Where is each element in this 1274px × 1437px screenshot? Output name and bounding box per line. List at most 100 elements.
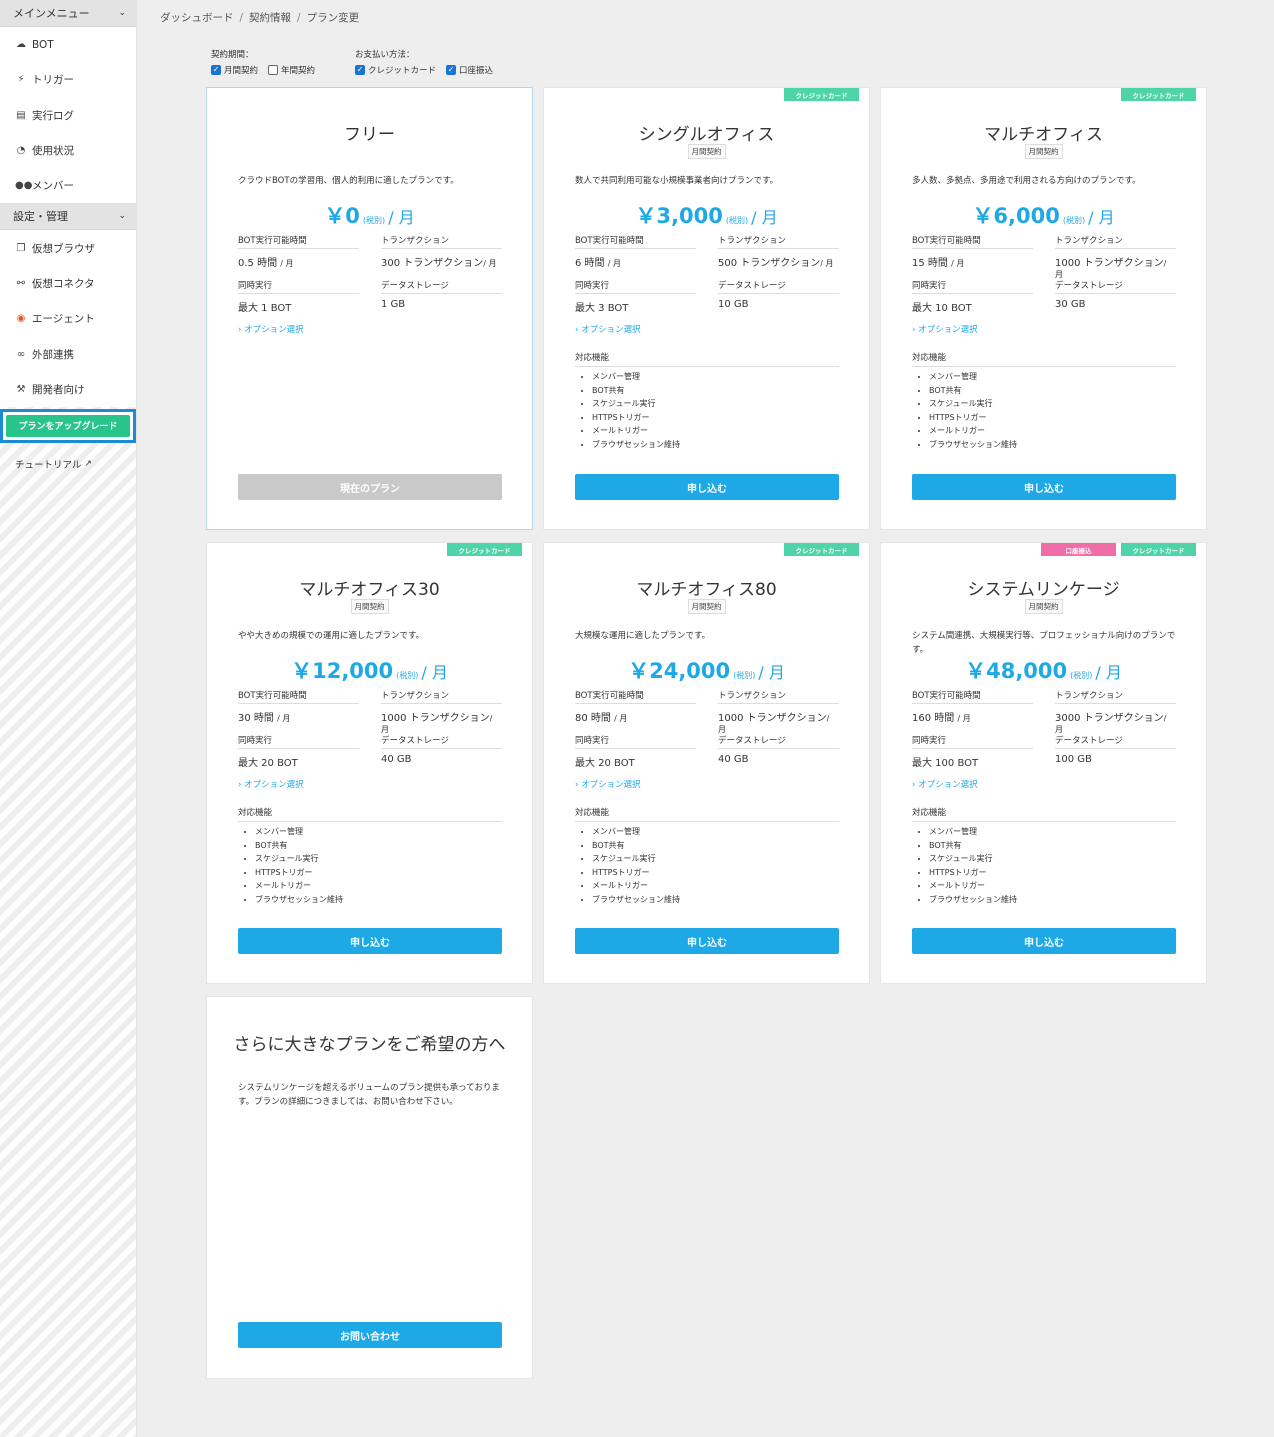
plan-card: クレジットカード マルチオフィス30 月間契約 やや大きめの規模での運用に適したプラン… [206,542,533,984]
sidebar-item-log[interactable]: ▤ 実行ログ [0,98,136,133]
option-select-link[interactable]: › オプション選択 [912,778,978,790]
contract-tag: 月間契約 [1024,599,1063,614]
spec-bot-hours: BOT実行可能時間 6 時間 / 月 [575,234,696,269]
contract-tag-wrap: 月間契約 [881,144,1206,159]
spec-value: 3000 トランザクション/ 月 [1055,709,1176,735]
plan-card: クレジットカード マルチオフィス 月間契約 多人数、多拠点、多用途で利用される方向けの… [880,87,1207,530]
option-select-link[interactable]: › オプション選択 [575,778,641,790]
sidebar-item-integration[interactable]: ∞ 外部連携 [0,336,136,371]
apply-button[interactable]: 申し込む [238,928,502,954]
sidebar-item-usage[interactable]: ◔ 使用状況 [0,133,136,168]
apply-button[interactable]: 申し込む [912,928,1176,954]
spec-label: データストレージ [718,279,839,294]
option-select-link[interactable]: › オプション選択 [575,323,641,335]
sidebar-item-developer[interactable]: ⚒ 開発者向け [0,372,136,407]
spec-bot-hours: BOT実行可能時間 15 時間 / 月 [912,234,1033,269]
sidebar-item-agent[interactable]: ◉ エージェント [0,301,136,336]
contact-button[interactable]: お問い合わせ [238,1322,502,1348]
sidebar-item-label: メンバー [32,180,74,193]
spec-label: データストレージ [1055,734,1176,749]
checkbox-label: 口座振込 [459,66,494,76]
sidebar-item-trigger[interactable]: ⚡︎ トリガー [0,62,136,97]
spec-value: 最大 10 BOT [912,303,972,314]
credit-card-checkbox[interactable]: ✓ クレジットカード [355,64,436,76]
spec-label: データストレージ [381,279,502,294]
spec-value: 0.5 時間 / 月 [238,254,359,269]
spec-label: BOT実行可能時間 [575,234,696,249]
breadcrumb-dashboard[interactable]: ダッシュボード [160,12,234,24]
spec-storage: データストレージ 30 GB [1055,279,1176,310]
plan-description: 大規模な運用に適したプランです。 [575,631,711,641]
feature-item: スケジュール実行 [929,852,1176,866]
spec-value: 最大 20 BOT [575,758,635,769]
spec-value-text: 160 時間 [912,713,955,724]
spec-value: 1000 トランザクション/ 月 [381,709,502,735]
feature-item: メールトリガー [929,424,1176,438]
option-select-link[interactable]: › オプション選択 [912,323,978,335]
monthly-checkbox[interactable]: ✓ 月間契約 [211,64,258,76]
apply-button[interactable]: 申し込む [912,474,1176,500]
spec-label: トランザクション [1055,689,1176,704]
sidebar-item-virtual-browser[interactable]: ❐ 仮想ブラウザ [0,230,136,265]
sidebar-item-virtual-connector[interactable]: ⚯ 仮想コネクタ [0,266,136,301]
spec-concurrent: 同時実行 最大 1 BOT [238,279,359,314]
apply-button[interactable]: 申し込む [575,928,839,954]
spec-value-text: 1000 トランザクション [718,713,827,724]
breadcrumb-contract[interactable]: 契約情報 [249,12,291,24]
spec-unit: / 月 [820,259,834,268]
cloud-icon: ☁ [16,39,26,51]
external-link-icon: ↗ [84,458,92,469]
plan-price: ￥48,000 (税別) / 月 [881,655,1206,685]
price-per: / 月 [1095,663,1122,682]
feature-list: 対応機能 メンバー管理BOT共有スケジュール実行HTTPSトリガーメールトリガー… [912,806,1176,906]
chevron-right-icon: › [238,325,242,335]
spec-value-text: 15 時間 [912,258,948,269]
sidebar-item-bot[interactable]: ☁ BOT [0,27,136,62]
window-icon: ❐ [16,242,26,254]
tutorial-link[interactable]: チュートリアル ↗ [15,457,136,471]
contract-tag-wrap: 月間契約 [544,144,869,159]
bank-transfer-checkbox[interactable]: ✓ 口座振込 [446,64,493,76]
feature-item: スケジュール実行 [592,397,839,411]
payment-badges: クレジットカード [1121,88,1196,101]
sidebar-item-label: 開発者向け [32,383,85,396]
price-per: / 月 [1088,208,1115,227]
spec-value: 30 時間 / 月 [238,709,359,724]
option-label: オプション選択 [918,325,978,335]
spec-value: 40 GB [718,754,749,765]
spec-label: 同時実行 [238,734,359,749]
price-tax: (税別) [396,671,419,680]
option-select-link[interactable]: › オプション選択 [238,323,304,335]
spec-concurrent: 同時実行 最大 3 BOT [575,279,696,314]
yearly-checkbox[interactable]: 年間契約 [268,64,315,76]
spec-concurrent: 同時実行 最大 20 BOT [238,734,359,769]
upgrade-plan-button[interactable]: プランをアップグレード [6,414,130,437]
main-menu-list: ☁ BOT ⚡︎ トリガー ▤ 実行ログ ◔ 使用状況 ●● メンバー [0,27,136,204]
spec-label: BOT実行可能時間 [912,234,1033,249]
main-menu-header[interactable]: メインメニュー ⌄ [0,0,136,27]
plan-title: フリー [344,125,395,145]
sidebar-item-members[interactable]: ●● メンバー [0,168,136,203]
payment-badges: クレジットカード [784,88,859,101]
spec-value-text: 500 トランザクション [718,258,821,269]
sidebar-item-label: 外部連携 [32,348,74,361]
option-label: オプション選択 [244,325,304,335]
price-amount: ￥12,000 [291,659,394,683]
spec-storage: データストレージ 1 GB [381,279,502,310]
plan-price: ￥12,000 (税別) / 月 [207,655,532,685]
feature-item: BOT共有 [592,384,839,398]
apply-button[interactable]: 申し込む [575,474,839,500]
settings-header[interactable]: 設定・管理 ⌄ [0,203,136,231]
option-select-link[interactable]: › オプション選択 [238,778,304,790]
spec-unit: / 月 [277,714,291,723]
spec-concurrent: 同時実行 最大 10 BOT [912,279,1033,314]
current-plan-button[interactable]: 現在のプラン [238,474,502,500]
spec-storage: データストレージ 100 GB [1055,734,1176,765]
spec-value: 15 時間 / 月 [912,254,1033,269]
feature-item: HTTPSトリガー [929,411,1176,425]
settings-label: 設定・管理 [13,210,68,224]
plan-description: 数人で共同利用可能な小規模事業者向けプランです。 [575,176,779,186]
contract-tag: 月間契約 [350,599,389,614]
payment-badge: クレジットカード [447,543,522,556]
feature-item: メンバー管理 [592,370,839,384]
